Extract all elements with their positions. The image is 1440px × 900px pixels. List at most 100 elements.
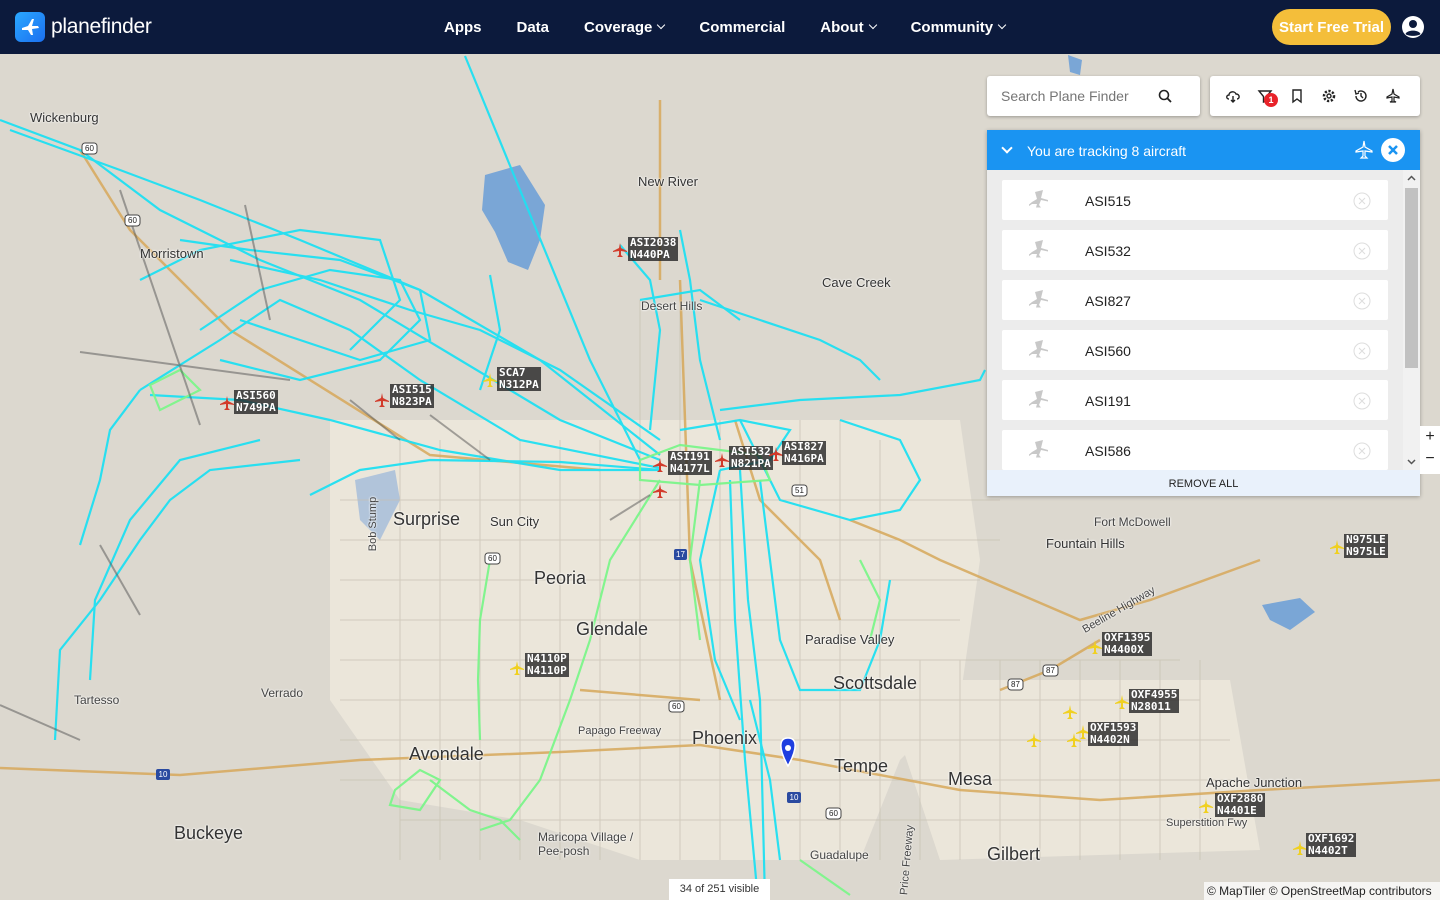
town-label: Tartesso <box>74 693 120 707</box>
tracked-callsign: ASI532 <box>1085 243 1131 259</box>
aircraft-label[interactable]: ASI827 N416PA <box>782 441 826 465</box>
aircraft-yellow-icon[interactable] <box>509 660 525 676</box>
tracking-panel-header[interactable]: You are tracking 8 aircraft <box>987 130 1420 170</box>
aircraft-label[interactable]: OXF1593 N4402N <box>1088 722 1139 746</box>
aircraft-label[interactable]: OXF4955 N28011 <box>1129 689 1180 713</box>
chevron-down-icon <box>997 20 1007 30</box>
aircraft-label[interactable]: ASI191 N4177L <box>668 451 712 475</box>
remove-circle-icon[interactable] <box>1353 442 1371 460</box>
aircraft-label[interactable]: OXF1395 N4400X <box>1102 632 1153 656</box>
remove-circle-icon[interactable] <box>1353 192 1371 210</box>
aircraft-red-icon[interactable] <box>612 242 628 258</box>
map-attribution[interactable]: © MapTiler © OpenStreetMap contributors <box>1204 882 1440 900</box>
tracked-aircraft-item[interactable]: ASI586 <box>1002 430 1388 470</box>
tracked-aircraft-item[interactable]: ASI191 <box>1002 380 1388 420</box>
nav-about[interactable]: About <box>820 18 877 36</box>
close-tracking-button[interactable] <box>1381 138 1405 162</box>
aircraft-grey-icon <box>1029 390 1048 408</box>
nav-data[interactable]: Data <box>517 19 550 36</box>
tracked-aircraft-item[interactable]: ASI560 <box>1002 330 1388 370</box>
remove-circle-icon[interactable] <box>1353 242 1371 260</box>
collapse-chevron-icon[interactable] <box>1001 142 1013 154</box>
aircraft-label[interactable]: ASI532 N821PA <box>729 446 773 470</box>
tracking-list[interactable]: ASI515 ASI532 ASI827 ASI560 ASI191 ASI58… <box>987 170 1420 470</box>
aircraft-yellow-icon[interactable] <box>1062 704 1078 720</box>
tracking-scrollbar[interactable] <box>1403 170 1420 470</box>
highway-shield: 87 <box>1046 666 1055 675</box>
nav-community[interactable]: Community <box>910 18 1007 36</box>
user-account-icon[interactable] <box>1401 15 1425 39</box>
aircraft-red-icon[interactable] <box>652 483 668 499</box>
scroll-down-icon[interactable] <box>1407 457 1416 466</box>
city-label: Scottsdale <box>833 673 918 693</box>
aircraft-label[interactable]: ASI515 N823PA <box>390 384 434 408</box>
town-label: Maricopa Village / Pee-posh <box>538 830 634 858</box>
aircraft-red-icon[interactable] <box>219 395 235 411</box>
aircraft-grey-icon <box>1029 290 1048 308</box>
remove-circle-icon[interactable] <box>1353 292 1371 310</box>
aircraft-grey-icon <box>1029 440 1048 458</box>
aircraft-label[interactable]: OXF2880 N4401E <box>1215 793 1266 817</box>
history-icon[interactable] <box>1353 88 1369 104</box>
nav-community-label: Community <box>910 18 994 36</box>
aircraft-yellow-icon[interactable] <box>1087 639 1103 655</box>
nav-apps[interactable]: Apps <box>444 19 482 36</box>
tracked-aircraft-item[interactable]: ASI532 <box>1002 230 1388 270</box>
tracked-callsign: ASI191 <box>1085 393 1131 409</box>
bookmark-icon[interactable] <box>1289 88 1305 104</box>
tracked-aircraft-item[interactable]: ASI827 <box>1002 280 1388 320</box>
highway-shield: 60 <box>488 554 497 563</box>
aircraft-label[interactable]: ASI560 N749PA <box>234 390 278 414</box>
search-input[interactable] <box>1001 88 1161 104</box>
city-label: Peoria <box>534 568 587 588</box>
zoom-control: + − <box>1420 426 1440 474</box>
town-label: Morristown <box>140 246 204 261</box>
plane-outline-icon <box>1355 140 1373 159</box>
highway-shield: 87 <box>1011 680 1020 689</box>
highway-shield: 60 <box>672 702 681 711</box>
aircraft-grey-icon <box>1029 190 1048 208</box>
tracked-aircraft-item[interactable]: ASI515 <box>1002 180 1388 220</box>
aircraft-yellow-icon[interactable] <box>482 372 498 388</box>
town-label: Desert Hills <box>641 299 703 313</box>
nav-about-label: About <box>820 18 864 36</box>
town-label: Apache Junction <box>1206 775 1303 790</box>
search-icon[interactable] <box>1158 89 1172 103</box>
aircraft-red-icon[interactable] <box>714 452 730 468</box>
aircraft-label[interactable]: OXF1692 N4402T <box>1306 833 1357 857</box>
remove-all-button[interactable]: REMOVE ALL <box>987 470 1420 496</box>
aircraft-yellow-icon[interactable] <box>1114 694 1130 710</box>
zoom-in-button[interactable]: + <box>1420 428 1440 446</box>
cloud-layers-icon[interactable] <box>1225 88 1241 104</box>
tracking-title: You are tracking 8 aircraft <box>1027 143 1187 159</box>
town-label: Verrado <box>261 686 304 700</box>
city-label: Avondale <box>409 744 484 764</box>
aircraft-yellow-icon[interactable] <box>1329 539 1345 555</box>
scroll-up-icon[interactable] <box>1407 174 1416 183</box>
road-label: Bob Stump <box>367 496 380 552</box>
airport-plane-icon[interactable] <box>1385 88 1401 104</box>
chevron-down-icon <box>657 20 666 30</box>
remove-circle-icon[interactable] <box>1353 342 1371 360</box>
gear-icon[interactable] <box>1321 88 1337 104</box>
town-label: Fountain Hills <box>1046 536 1125 551</box>
aircraft-red-icon[interactable] <box>374 392 390 408</box>
aircraft-yellow-icon[interactable] <box>1026 732 1042 748</box>
road-label: Superstition Fwy <box>1166 817 1248 829</box>
aircraft-label[interactable]: SCA7 N312PA <box>497 367 541 391</box>
nav-commercial[interactable]: Commercial <box>699 19 785 36</box>
aircraft-yellow-icon[interactable] <box>1198 798 1214 814</box>
town-label: Guadalupe <box>810 848 869 862</box>
zoom-out-button[interactable]: − <box>1420 450 1440 468</box>
planefinder-logo[interactable]: planefinder <box>15 12 152 42</box>
aircraft-red-icon[interactable] <box>652 457 668 473</box>
aircraft-label[interactable]: N975LE N975LE <box>1344 534 1388 558</box>
search-box <box>987 76 1200 116</box>
aircraft-label[interactable]: N4110P N4110P <box>525 653 569 677</box>
nav-coverage[interactable]: Coverage <box>584 19 666 36</box>
aircraft-label[interactable]: ASI2038 N440PA <box>628 237 679 261</box>
highway-shield: 17 <box>676 550 685 559</box>
scroll-thumb[interactable] <box>1405 188 1418 368</box>
start-free-trial-button[interactable]: Start Free Trial <box>1272 9 1391 45</box>
remove-circle-icon[interactable] <box>1353 392 1371 410</box>
